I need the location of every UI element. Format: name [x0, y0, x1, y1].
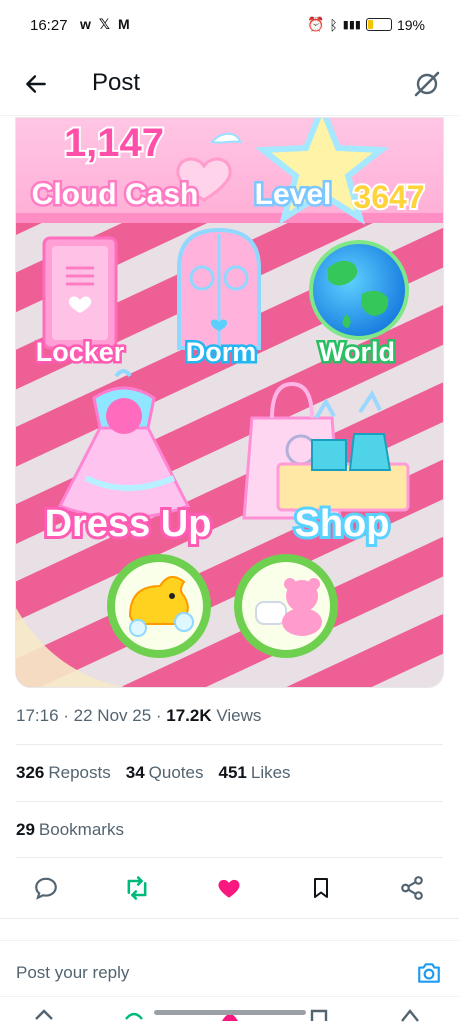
divider [16, 857, 443, 858]
notification-icons: w 𝕏 M [80, 16, 132, 32]
tile-label-dress-up: Dress Up [45, 503, 212, 545]
grok-button[interactable] [409, 66, 445, 102]
share-button[interactable] [396, 872, 428, 904]
reply-icon [35, 877, 57, 900]
share-icon [401, 876, 423, 900]
repost-icon [127, 876, 147, 900]
sleep-button[interactable] [234, 554, 338, 658]
post-date: 22 Nov 25 [73, 706, 152, 725]
views-label: Views [216, 706, 262, 725]
bookmarks-stat[interactable]: 29 Bookmarks [16, 820, 124, 840]
level-label: Level [255, 178, 332, 211]
battery-icon [365, 18, 392, 31]
reply-composer[interactable]: Post your reply [0, 940, 459, 1000]
locker-tile[interactable] [42, 236, 118, 350]
divider [0, 918, 459, 919]
tile-label-shop: Shop [295, 503, 390, 545]
tile-label-dorm: Dorm [186, 337, 257, 367]
dorm-tile[interactable] [177, 227, 261, 350]
tile-label-locker: Locker [36, 337, 125, 367]
post-meta: 17:16 · 22 Nov 25 · 17.2K Views [16, 706, 262, 725]
tile-label-world: World [319, 337, 395, 367]
back-button[interactable] [18, 66, 54, 102]
notifications-icon[interactable] [222, 1014, 238, 1021]
battery-percent: 19% [396, 16, 425, 33]
messages-icon[interactable] [401, 1009, 419, 1022]
like-button[interactable] [213, 872, 245, 904]
home-icon[interactable] [35, 1009, 53, 1020]
bluetooth-icon: ᛒ [329, 16, 338, 33]
reposts-stat[interactable]: 326 Reposts [16, 763, 111, 783]
bookmark-button[interactable] [305, 872, 337, 904]
home-indicator [154, 1010, 306, 1015]
cloud-cash-label: Cloud Cash [32, 178, 199, 211]
divider [16, 801, 443, 802]
status-bar: 16:27 w 𝕏 M ⏰ ᛒ ▮▮▮ 19% [0, 0, 459, 52]
likes-stat[interactable]: 451 Likes [218, 763, 290, 783]
status-right: ⏰ ᛒ ▮▮▮ 19% [307, 16, 425, 33]
quotes-stat[interactable]: 34 Quotes [126, 763, 204, 783]
engagement-stats: 326 Reposts 34 Quotes 451 Likes [16, 763, 291, 783]
grok-icon [414, 71, 440, 97]
reply-input[interactable]: Post your reply [16, 963, 129, 983]
page-title: Post [92, 69, 141, 96]
camera-icon [418, 963, 440, 983]
signal-icon: ▮▮▮ [342, 19, 361, 31]
cloud-cash-value: 1,147 [64, 121, 164, 165]
camera-button[interactable] [415, 959, 443, 987]
action-bar [0, 866, 459, 910]
arrow-left-icon [26, 75, 46, 93]
heart-icon [218, 879, 240, 898]
bookmark-icon [314, 878, 328, 898]
post-image[interactable]: Locker Dorm World Dress Up Shop 1,147 Cl… [15, 117, 444, 688]
divider [16, 744, 443, 745]
post-header: Post [0, 52, 459, 116]
alarm-icon: ⏰ [306, 16, 325, 32]
reply-button[interactable] [30, 872, 62, 904]
post-time: 17:16 [16, 706, 59, 725]
world-tile[interactable] [309, 240, 409, 340]
communities-icon[interactable] [310, 1009, 328, 1021]
bath-button[interactable] [107, 554, 211, 658]
views-count: 17.2K [166, 706, 212, 725]
search-icon[interactable] [125, 1012, 143, 1020]
status-time: 16:27 [30, 17, 68, 34]
repost-button[interactable] [121, 872, 153, 904]
level-value: 3647 [353, 179, 424, 215]
